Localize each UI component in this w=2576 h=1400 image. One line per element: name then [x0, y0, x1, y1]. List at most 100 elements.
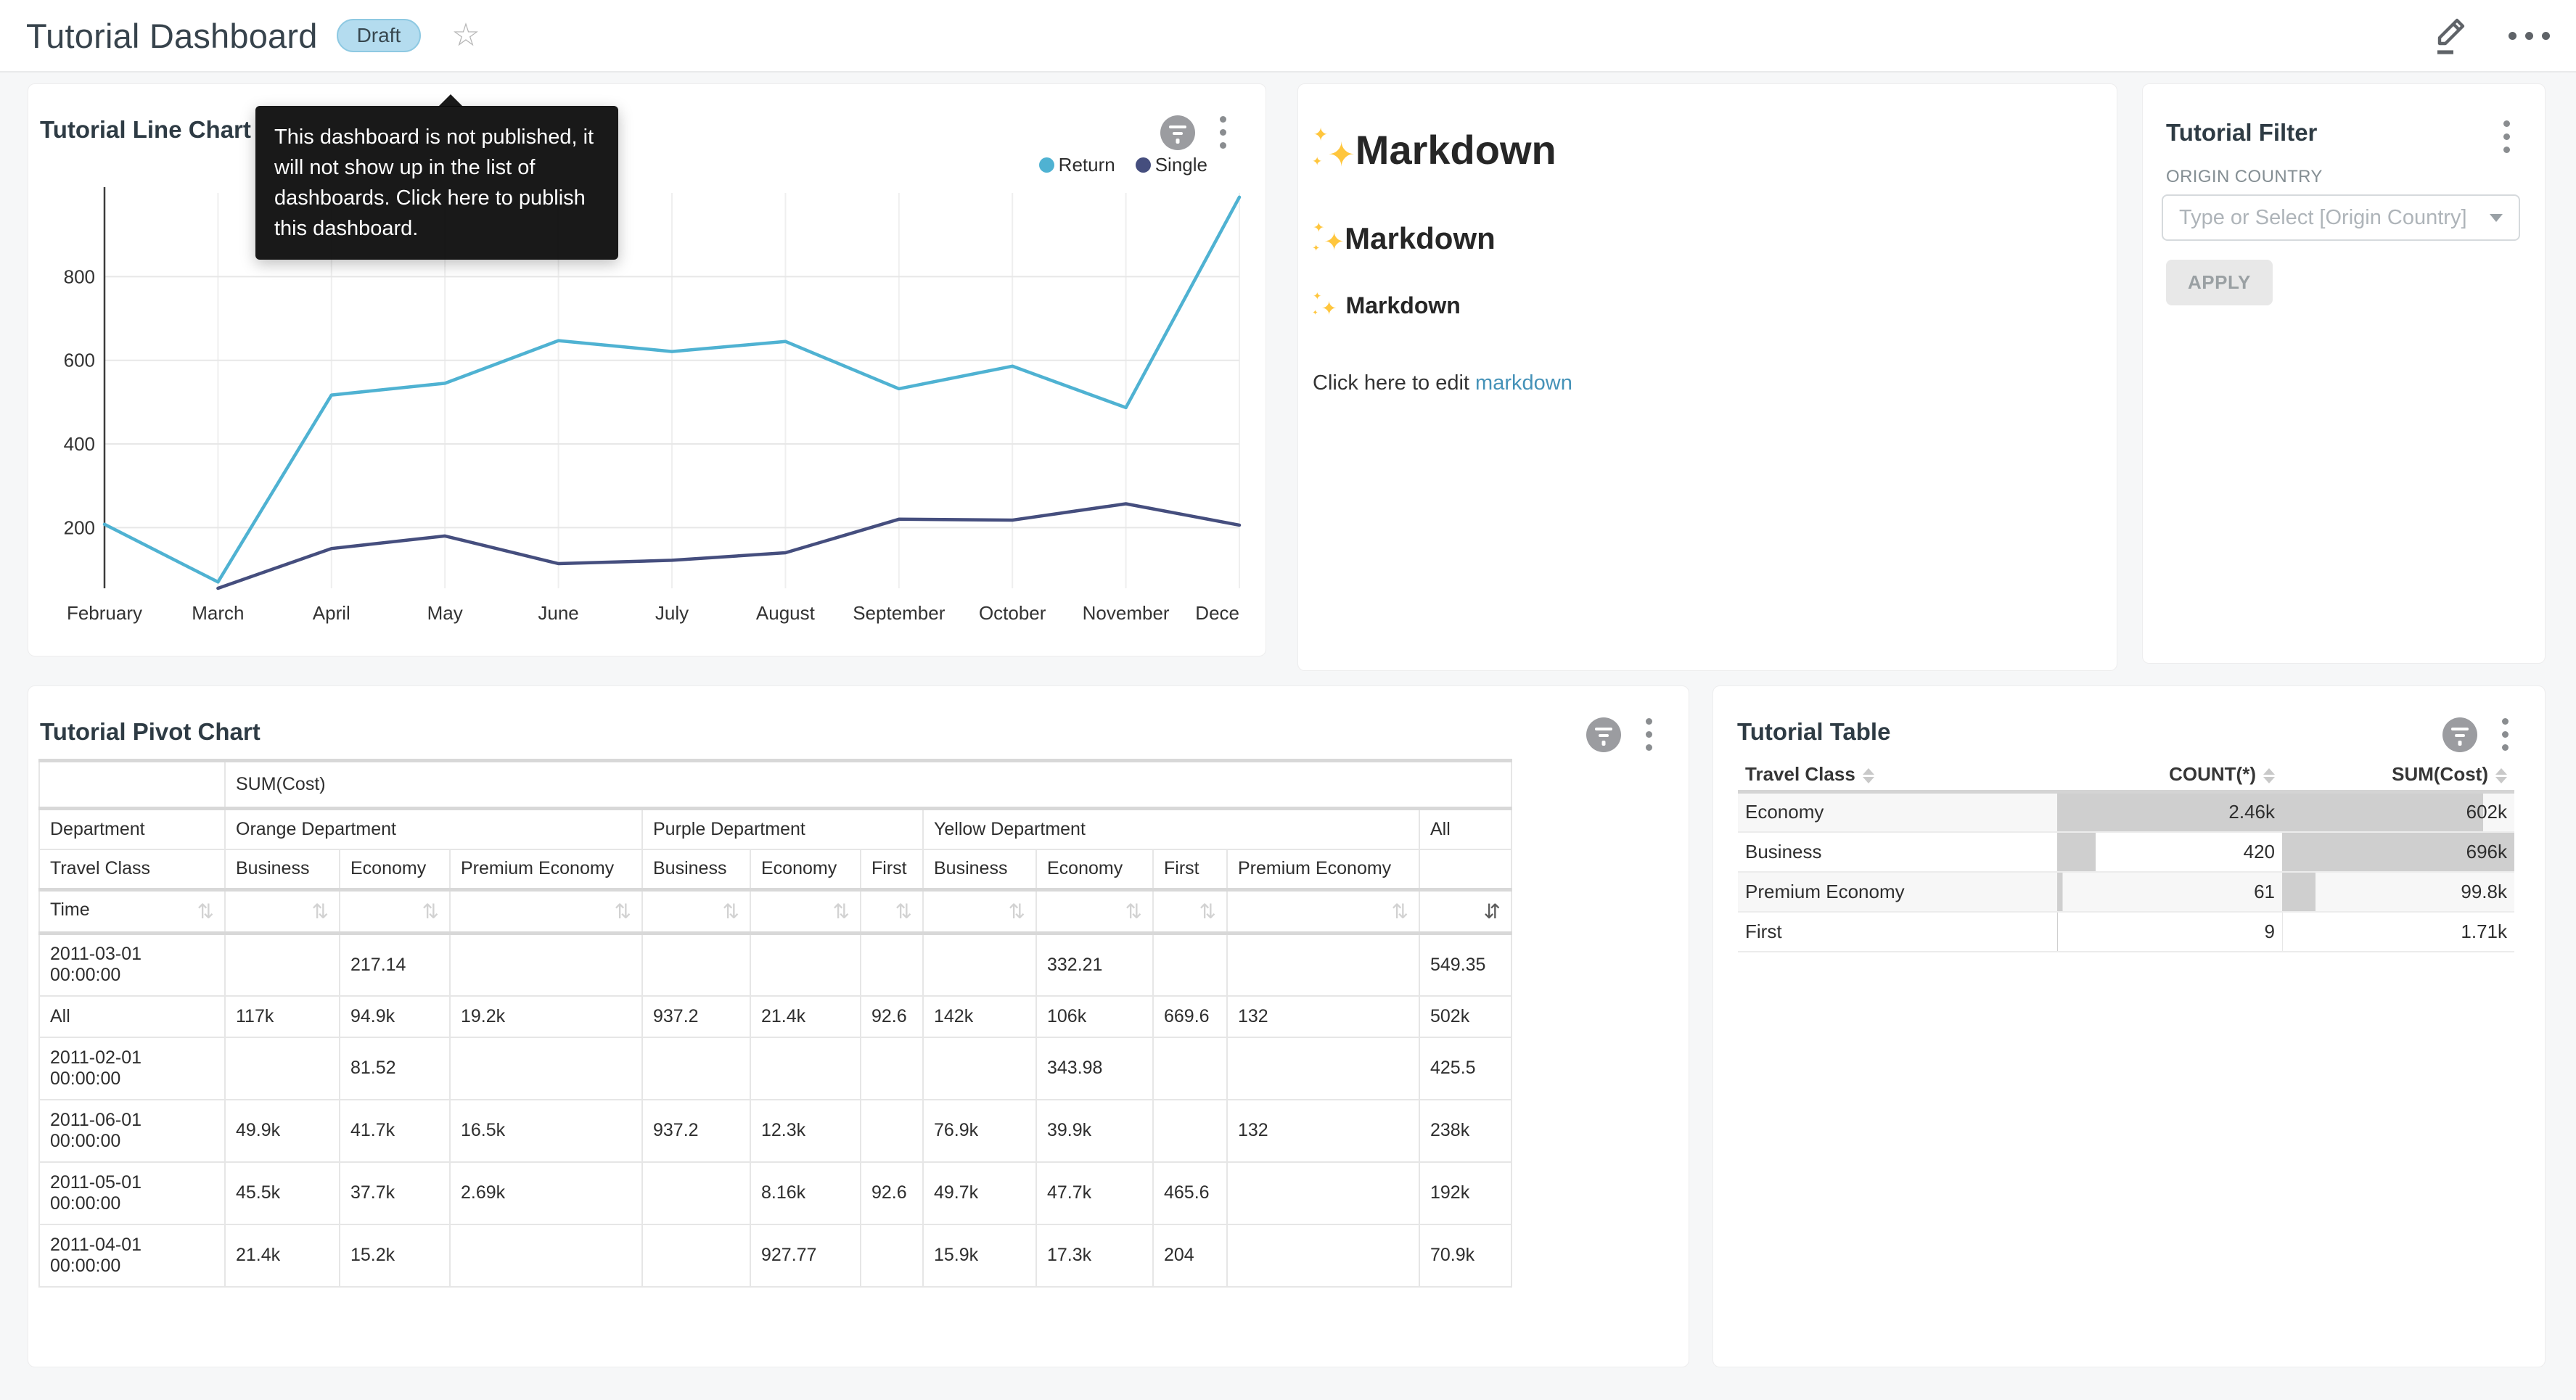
table-header-1[interactable]: COUNT(*) — [2057, 759, 2282, 792]
pivot-class-label: Travel Class — [39, 849, 225, 890]
pivot-class-col: Premium Economy — [450, 849, 642, 890]
apply-button[interactable]: APPLY — [2166, 260, 2273, 305]
pivot-dept-label: Department — [39, 809, 225, 849]
sort-icon[interactable]: ⇅ — [197, 899, 214, 923]
sparkles-icon: ✦✦✦ — [1313, 223, 1345, 254]
pivot-value-cell — [750, 934, 861, 996]
pivot-value-cell: 19.2k — [450, 996, 642, 1037]
pivot-row-label: 2011-05-01 00:00:00 — [39, 1162, 225, 1224]
pivot-value-cell: 81.52 — [340, 1037, 450, 1100]
pivot-row-label: 2011-04-01 00:00:00 — [39, 1224, 225, 1287]
dashboard-header: Tutorial Dashboard Draft ☆ — [0, 0, 2576, 73]
sparkles-icon: ✦✦✦ — [1313, 130, 1355, 170]
page-title: Tutorial Dashboard — [26, 16, 318, 56]
svg-text:August: August — [756, 602, 816, 624]
pivot-value-cell: 238k — [1419, 1100, 1511, 1162]
sum-cost-cell: 99.8k — [2282, 872, 2514, 912]
chart-menu-kebab-icon[interactable] — [2499, 715, 2511, 754]
filter-card: Tutorial Filter ORIGIN COUNTRY Type or S… — [2142, 83, 2546, 664]
pivot-value-cell — [642, 934, 750, 996]
svg-text:Dece: Dece — [1195, 602, 1239, 624]
pivot-value-cell: 92.6 — [861, 996, 923, 1037]
pivot-value-cell — [450, 934, 642, 996]
svg-text:400: 400 — [64, 433, 95, 455]
pivot-dept-group: All — [1419, 809, 1511, 849]
sort-icon[interactable]: ⇅ — [1009, 899, 1025, 923]
pivot-value-cell: 47.7k — [1036, 1162, 1153, 1224]
dashboard-menu-ellipsis-icon[interactable] — [2509, 32, 2550, 40]
sort-caret-icon — [2263, 768, 2275, 783]
pivot-value-cell: 49.7k — [923, 1162, 1036, 1224]
favorite-star-icon[interactable]: ☆ — [451, 20, 480, 52]
pivot-value-cell: 106k — [1036, 996, 1153, 1037]
pivot-value-cell: 217.14 — [340, 934, 450, 996]
pivot-value-cell: 8.16k — [750, 1162, 861, 1224]
sort-icon[interactable]: ⇅ — [1392, 899, 1408, 923]
pivot-value-cell — [642, 1162, 750, 1224]
sort-icon[interactable]: ⇅ — [615, 899, 631, 923]
pivot-value-cell: 937.2 — [642, 996, 750, 1037]
sum-cost-cell: 1.71k — [2282, 912, 2514, 952]
sort-icon[interactable]: ⇅ — [895, 899, 912, 923]
edit-dashboard-button[interactable] — [2430, 14, 2471, 57]
table-row: Premium Economy6199.8k — [1738, 872, 2514, 912]
pivot-value-cell — [1153, 934, 1227, 996]
pivot-value-cell — [225, 934, 340, 996]
table-card-title: Tutorial Table — [1737, 718, 1890, 746]
pivot-value-cell: 37.7k — [340, 1162, 450, 1224]
travel-class-cell: First — [1738, 912, 2057, 952]
pivot-value-cell — [861, 1100, 923, 1162]
sort-icon[interactable]: ⇅ — [833, 899, 850, 923]
pivot-value-cell: 132 — [1227, 1100, 1419, 1162]
filter-menu-kebab-icon[interactable] — [2501, 118, 2513, 156]
svg-text:600: 600 — [64, 350, 95, 371]
pivot-value-cell — [642, 1037, 750, 1100]
table-row: Business420696k — [1738, 832, 2514, 872]
origin-country-select[interactable]: Type or Select [Origin Country] — [2162, 194, 2520, 241]
table-row: Economy2.46k602k — [1738, 792, 2514, 832]
chart-menu-kebab-icon[interactable] — [1643, 715, 1655, 754]
pivot-value-cell: 132 — [1227, 996, 1419, 1037]
pivot-value-cell: 343.98 — [1036, 1037, 1153, 1100]
pivot-class-col: Economy — [1036, 849, 1153, 890]
sort-icon[interactable]: ⇅ — [723, 899, 739, 923]
sort-icon[interactable]: ⇅ — [1125, 899, 1142, 923]
table-header-0[interactable]: Travel Class — [1738, 759, 2057, 792]
pivot-metric-header: SUM(Cost) — [225, 761, 1511, 809]
pivot-class-col: Economy — [750, 849, 861, 890]
pivot-value-cell: 94.9k — [340, 996, 450, 1037]
filter-indicator-icon[interactable] — [2442, 717, 2477, 752]
pivot-row-label: 2011-03-01 00:00:00 — [39, 934, 225, 996]
edit-markdown-link[interactable]: markdown — [1475, 371, 1572, 395]
pivot-corner-cell — [39, 761, 225, 809]
pivot-class-col: Economy — [340, 849, 450, 890]
svg-text:200: 200 — [64, 516, 95, 538]
pivot-value-cell: 117k — [225, 996, 340, 1037]
count-cell: 61 — [2057, 872, 2282, 912]
sum-cost-cell: 602k — [2282, 792, 2514, 832]
svg-text:February: February — [67, 602, 142, 624]
pivot-row-label: 2011-06-01 00:00:00 — [39, 1100, 225, 1162]
pivot-value-cell: 21.4k — [225, 1224, 340, 1287]
table-header-2[interactable]: SUM(Cost) — [2282, 759, 2514, 792]
pivot-value-cell: 142k — [923, 996, 1036, 1037]
pencil-icon — [2432, 14, 2469, 57]
sort-icon[interactable]: ⇅ — [422, 899, 439, 923]
pivot-sort-cell: ⇅ — [340, 890, 450, 934]
pivot-row-label: 2011-02-01 00:00:00 — [39, 1037, 225, 1100]
sort-icon[interactable]: ⇅ — [312, 899, 329, 923]
pivot-value-cell — [861, 1037, 923, 1100]
pivot-value-cell — [1227, 1162, 1419, 1224]
table-row: First91.71k — [1738, 912, 2514, 952]
pivot-value-cell: 937.2 — [642, 1100, 750, 1162]
pivot-value-cell: 332.21 — [1036, 934, 1153, 996]
pivot-value-cell — [861, 1224, 923, 1287]
pivot-value-cell: 92.6 — [861, 1162, 923, 1224]
draft-badge[interactable]: Draft — [337, 19, 422, 52]
filter-indicator-icon[interactable] — [1586, 717, 1621, 752]
sort-icon[interactable]: ⇅ — [1199, 899, 1216, 923]
pivot-value-cell: 465.6 — [1153, 1162, 1227, 1224]
pivot-value-cell — [1153, 1100, 1227, 1162]
sort-desc-icon[interactable]: ⇵ — [1484, 899, 1501, 923]
chevron-down-icon — [2490, 214, 2503, 222]
